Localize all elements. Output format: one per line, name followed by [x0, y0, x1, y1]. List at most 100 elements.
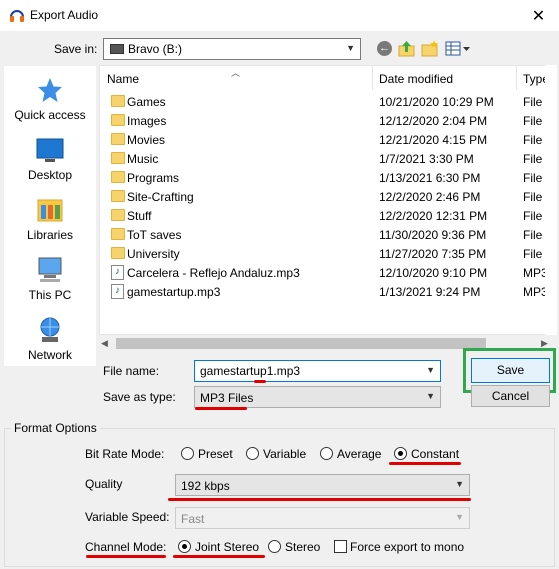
column-separator[interactable] — [372, 66, 373, 90]
table-row[interactable]: Stuff 12/2/2020 12:31 PM File fo — [100, 206, 556, 225]
table-row[interactable]: ♪ Carcelera - Reflejo Andaluz.mp3 12/10/20… — [100, 263, 556, 282]
radio-variable-label[interactable]: Variable — [263, 447, 306, 461]
libraries-icon — [37, 199, 63, 222]
quick-access-star-icon — [38, 78, 62, 102]
radio-preset-label[interactable]: Preset — [198, 447, 233, 461]
table-row[interactable]: Games 10/21/2020 10:29 PM File fo — [100, 92, 556, 111]
file-name-cell: Games — [127, 95, 166, 109]
radio-stereo[interactable] — [268, 540, 281, 553]
table-row[interactable]: University 11/27/2020 7:35 PM File fo — [100, 244, 556, 263]
chevron-down-icon[interactable]: ▼ — [426, 365, 435, 375]
table-row[interactable]: Images 12/12/2020 2:04 PM File fo — [100, 111, 556, 130]
save-button[interactable]: Save — [471, 358, 550, 383]
quality-value: 192 kbps — [181, 479, 230, 493]
quality-dropdown[interactable]: 192 kbps ▼ — [175, 474, 470, 496]
file-list[interactable]: ︿ Name Date modified Type Games 10/21/202… — [99, 65, 557, 335]
date-modified-cell: 12/12/2020 2:04 PM — [379, 114, 488, 128]
scroll-left-icon[interactable]: ◀ — [101, 338, 108, 349]
force-mono-label[interactable]: Force export to mono — [350, 540, 464, 554]
sidebar-item-network[interactable]: Network — [4, 316, 96, 362]
file-name-cell: gamestartup.mp3 — [127, 285, 221, 299]
file-type-cell: MP3 — [523, 266, 548, 280]
new-folder-icon[interactable] — [421, 40, 439, 57]
back-icon[interactable]: ← — [377, 41, 392, 56]
table-row[interactable]: Movies 12/21/2020 4:15 PM File fo — [100, 130, 556, 149]
annotation-underline — [86, 555, 166, 558]
save-as-type-label: Save as type: — [103, 390, 176, 404]
close-button[interactable]: ✕ — [518, 0, 559, 31]
radio-variable[interactable] — [246, 447, 259, 460]
column-header: ︿ Name Date modified Type — [100, 66, 556, 90]
file-name-cell: Carcelera - Reflejo Andaluz.mp3 — [127, 266, 300, 280]
quality-label: Quality — [85, 477, 123, 491]
date-modified-cell: 1/7/2021 3:30 PM — [379, 152, 474, 166]
file-name-cell: University — [127, 247, 180, 261]
cancel-button[interactable]: Cancel — [471, 385, 550, 407]
file-type-cell: MP3 — [523, 285, 548, 299]
table-row[interactable]: Site-Crafting 12/2/2020 2:46 PM File fo — [100, 187, 556, 206]
table-row[interactable]: ♪ gamestartup.mp3 1/13/2021 9:24 PM MP3 — [100, 282, 556, 301]
network-icon — [40, 317, 60, 342]
table-row[interactable]: Programs 1/13/2021 6:30 PM File fo — [100, 168, 556, 187]
annotation-underline — [173, 555, 265, 558]
variable-speed-label: Variable Speed: — [85, 510, 170, 524]
file-name-cell: Images — [127, 114, 167, 128]
file-name-cell: Music — [127, 152, 159, 166]
save-as-type-dropdown[interactable]: MP3 Files ▼ — [194, 386, 441, 408]
chevron-down-icon: ▼ — [455, 512, 464, 522]
table-row[interactable]: ToT saves 11/30/2020 9:36 PM File fo — [100, 225, 556, 244]
date-modified-cell: 12/21/2020 4:15 PM — [379, 133, 488, 147]
column-header-date[interactable]: Date modified — [379, 72, 453, 86]
scrollbar-thumb[interactable] — [116, 338, 486, 349]
sidebar-item-label: Desktop — [27, 168, 73, 182]
date-modified-cell: 10/21/2020 10:29 PM — [379, 95, 494, 109]
sidebar-item-label: This PC — [28, 288, 72, 302]
radio-average-label[interactable]: Average — [337, 447, 381, 461]
sidebar-item-desktop[interactable]: Desktop — [4, 136, 96, 182]
file-name-cell: Programs — [127, 171, 180, 185]
file-name-input[interactable]: gamestartup1.mp3 ▼ — [194, 360, 441, 382]
variable-speed-value: Fast — [181, 512, 205, 526]
sort-ascending-icon: ︿ — [231, 68, 241, 78]
sidebar-item-quick-access[interactable]: Quick access — [4, 76, 96, 122]
up-folder-icon[interactable] — [398, 40, 415, 57]
chevron-down-icon: ▼ — [455, 479, 464, 489]
vertical-scrollbar[interactable] — [545, 65, 557, 335]
save-in-label: Save in: — [54, 42, 98, 56]
table-row[interactable]: Music 1/7/2021 3:30 PM File fo — [100, 149, 556, 168]
radio-stereo-label[interactable]: Stereo — [285, 540, 320, 554]
folder-icon — [111, 209, 125, 221]
column-separator[interactable] — [516, 66, 517, 90]
desktop-icon — [36, 138, 64, 162]
channel-mode-label: Channel Mode: — [85, 540, 167, 554]
chevron-down-icon: ▼ — [346, 43, 355, 53]
annotation-underline — [168, 498, 471, 501]
view-menu-icon[interactable] — [445, 40, 471, 57]
sidebar-item-libraries[interactable]: Libraries — [4, 196, 96, 242]
folder-icon — [111, 228, 125, 240]
sidebar-item-label: Network — [27, 348, 72, 362]
radio-joint-stereo[interactable] — [178, 540, 191, 553]
date-modified-cell: 11/30/2020 9:36 PM — [379, 228, 487, 242]
audio-file-icon: ♪ — [111, 265, 124, 280]
radio-preset[interactable] — [181, 447, 194, 460]
force-mono-checkbox[interactable] — [334, 540, 347, 553]
radio-constant[interactable] — [394, 447, 407, 460]
computer-icon — [38, 257, 62, 282]
date-modified-cell: 12/2/2020 12:31 PM — [379, 209, 488, 223]
radio-constant-label[interactable]: Constant — [411, 447, 459, 461]
file-name-cell: Stuff — [127, 209, 152, 223]
file-name-label: File name: — [103, 364, 160, 378]
folder-icon — [111, 95, 125, 107]
chevron-down-icon: ▼ — [426, 391, 435, 401]
column-header-name[interactable]: Name — [107, 72, 139, 86]
date-modified-cell: 12/10/2020 9:10 PM — [379, 266, 488, 280]
radio-average[interactable] — [320, 447, 333, 460]
annotation-underline — [254, 380, 266, 383]
folder-icon — [111, 171, 125, 183]
file-name-cell: ToT saves — [127, 228, 182, 242]
save-in-dropdown[interactable]: Bravo (B:) ▼ — [103, 38, 361, 60]
sidebar-item-this-pc[interactable]: This PC — [4, 256, 96, 302]
radio-joint-stereo-label[interactable]: Joint Stereo — [195, 540, 259, 554]
variable-speed-dropdown: Fast ▼ — [175, 507, 470, 529]
